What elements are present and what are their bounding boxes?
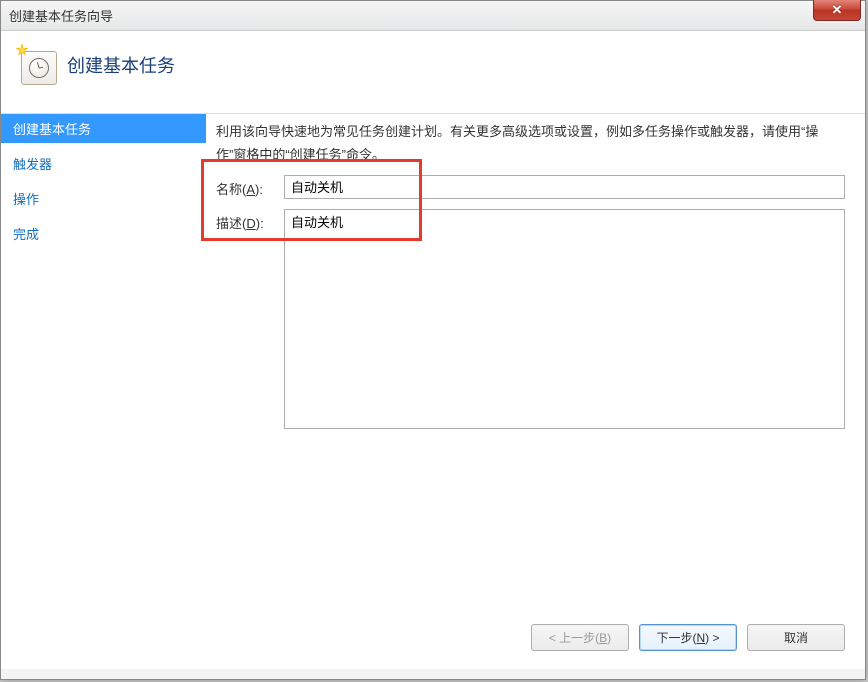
name-input[interactable]	[284, 175, 845, 199]
description-label: 描述(D):	[216, 209, 284, 232]
description-row: 描述(D): 自动关机	[216, 209, 845, 429]
wizard-sidebar: 创建基本任务 触发器 操作 完成	[1, 114, 206, 669]
wizard-header-inner: 创建基本任务	[17, 45, 849, 85]
back-button[interactable]: < 上一步(B)	[531, 624, 629, 651]
button-bar: < 上一步(B) 下一步(N) > 取消	[216, 614, 845, 669]
wizard-main-panel: 利用该向导快速地为常见任务创建计划。有关更多高级选项或设置，例如多任务操作或触发…	[206, 114, 865, 669]
name-row: 名称(A):	[216, 175, 845, 199]
window-title: 创建基本任务向导	[9, 6, 113, 25]
wizard-window: 创建基本任务向导 ✕ 创建基本任务 创建基本任务 触发器 操作 完成 利用该	[0, 0, 866, 680]
next-button[interactable]: 下一步(N) >	[639, 624, 737, 651]
close-icon: ✕	[832, 2, 843, 18]
wizard-title: 创建基本任务	[67, 52, 175, 78]
sidebar-item-action[interactable]: 操作	[1, 184, 206, 213]
sidebar-item-create-basic-task[interactable]: 创建基本任务	[1, 114, 206, 143]
wizard-body: 创建基本任务 触发器 操作 完成 利用该向导快速地为常见任务创建计划。有关更多高…	[1, 114, 865, 669]
wizard-header: 创建基本任务	[1, 31, 865, 114]
clock-icon	[29, 58, 49, 78]
cancel-button[interactable]: 取消	[747, 624, 845, 651]
wizard-icon	[17, 45, 57, 85]
name-label: 名称(A):	[216, 175, 284, 198]
sidebar-item-trigger[interactable]: 触发器	[1, 149, 206, 178]
close-button[interactable]: ✕	[813, 0, 861, 21]
sidebar-item-finish[interactable]: 完成	[1, 219, 206, 248]
instruction-text: 利用该向导快速地为常见任务创建计划。有关更多高级选项或设置，例如多任务操作或触发…	[216, 120, 845, 167]
description-textarea[interactable]: 自动关机	[284, 209, 845, 429]
calendar-icon	[21, 51, 57, 85]
titlebar: 创建基本任务向导 ✕	[1, 1, 865, 31]
